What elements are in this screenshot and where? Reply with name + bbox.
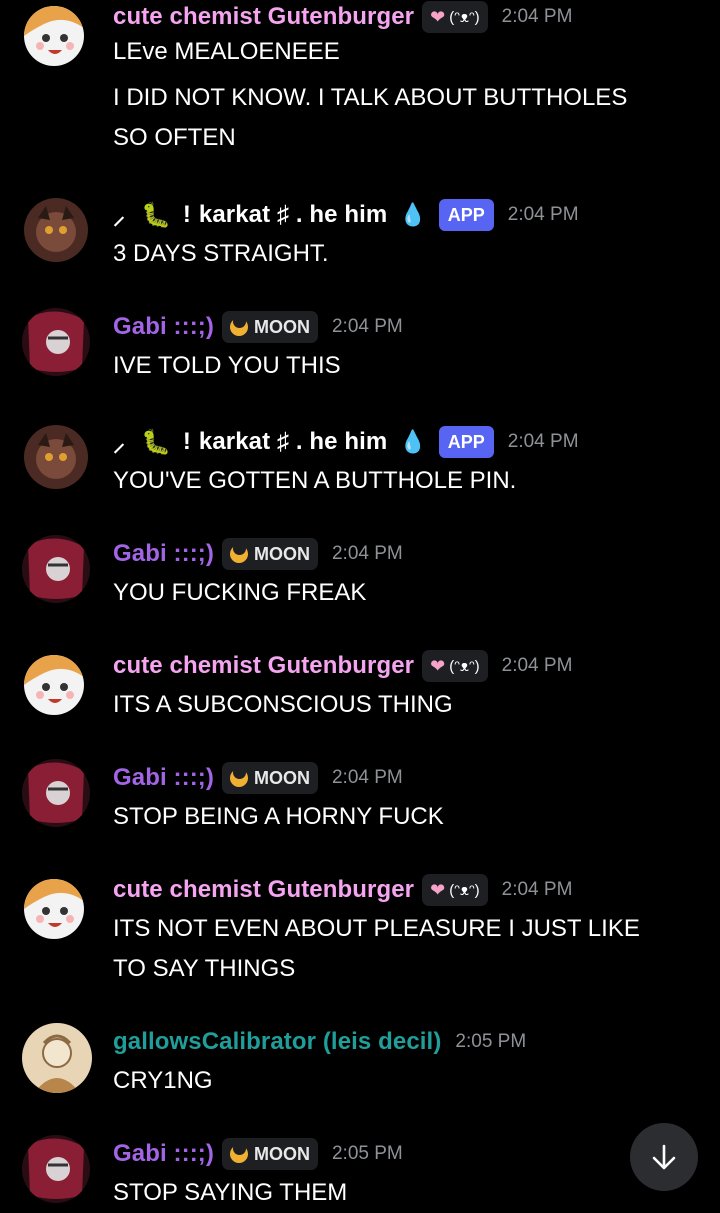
moon-icon — [229, 315, 248, 336]
moon-icon — [229, 1142, 248, 1163]
app-badge: APP — [438, 426, 494, 458]
avatar[interactable] — [24, 879, 84, 939]
caterpillar-icon: 🐛 — [141, 428, 171, 456]
username-prefix: ! — [182, 428, 191, 455]
message-text: I DID NOT KNOW. I TALK ABOUT BUTTHOLES — [113, 84, 628, 111]
message-header: Gabi :::;) MOON 2:04 PM — [113, 537, 403, 571]
username[interactable]: karkat ♯ . he him — [199, 428, 387, 456]
avatar[interactable] — [22, 535, 90, 603]
message-text: STOP BEING A HORNY FUCK — [113, 803, 444, 830]
role-tag[interactable]: ❤ (ᵔᴥᵔ) — [422, 650, 488, 682]
timestamp: 2:04 PM — [331, 767, 403, 788]
avatar[interactable] — [24, 425, 88, 489]
role-tag[interactable]: MOON — [221, 762, 318, 794]
timestamp: 2:04 PM — [501, 6, 573, 27]
role-tag[interactable]: MOON — [221, 1138, 318, 1170]
username[interactable]: Gabi :::;) — [113, 540, 214, 568]
username[interactable]: Gabi :::;) — [113, 1140, 214, 1168]
paws-icon: (ᵔᴥᵔ) — [449, 8, 480, 26]
timestamp: 2:05 PM — [331, 1143, 403, 1164]
role-label: MOON — [253, 767, 310, 788]
username[interactable]: karkat ♯ . he him — [199, 201, 387, 229]
message-text: YOU'VE GOTTEN A BUTTHOLE PIN. — [113, 467, 517, 494]
message-header: ⸝ 🐛 ! karkat ♯ . he him 💧 APP 2:04 PM — [113, 425, 579, 459]
message-text: IVE TOLD YOU THIS — [113, 352, 341, 379]
role-tag[interactable]: MOON — [221, 538, 318, 570]
role-label: MOON — [253, 543, 310, 564]
avatar[interactable] — [24, 655, 84, 715]
message-text: STOP SAYING THEM — [113, 1179, 348, 1206]
moon-icon — [229, 766, 248, 787]
arrow-down-icon — [652, 1144, 676, 1170]
timestamp: 2:04 PM — [331, 316, 403, 337]
message-text: SO OFTEN — [113, 124, 236, 151]
timestamp: 2:04 PM — [331, 543, 403, 564]
caterpillar-icon: 🐛 — [141, 201, 171, 229]
scroll-to-bottom-button[interactable] — [630, 1123, 698, 1191]
avatar[interactable] — [22, 1023, 92, 1093]
timestamp: 2:04 PM — [501, 655, 573, 676]
username[interactable]: Gabi :::;) — [113, 313, 214, 341]
username[interactable]: cute chemist Gutenburger — [113, 652, 414, 680]
message-text: TO SAY THINGS — [113, 955, 296, 982]
role-tag[interactable]: MOON — [221, 311, 318, 343]
message-header: cute chemist Gutenburger ❤ (ᵔᴥᵔ) 2:04 PM — [113, 873, 572, 907]
message-header: cute chemist Gutenburger ❤ (ᵔᴥᵔ) 2:04 PM — [113, 649, 572, 683]
message-header: gallowsCalibrator (leis decil) 2:05 PM — [113, 1025, 526, 1059]
message-text: YOU FUCKING FREAK — [113, 579, 367, 606]
paws-icon: (ᵔᴥᵔ) — [449, 881, 480, 899]
username-prefix: ⸝ — [113, 429, 125, 457]
blood-drop-icon: 💧 — [399, 202, 427, 227]
role-label: MOON — [253, 316, 310, 337]
timestamp: 2:04 PM — [507, 204, 579, 225]
blood-drop-icon: 💧 — [399, 429, 427, 454]
avatar[interactable] — [22, 308, 90, 376]
message-header: Gabi :::;) MOON 2:04 PM — [113, 310, 403, 344]
avatar[interactable] — [24, 198, 88, 262]
role-tag[interactable]: ❤ (ᵔᴥᵔ) — [422, 1, 488, 33]
message-header: Gabi :::;) MOON 2:04 PM — [113, 761, 403, 795]
avatar[interactable] — [24, 6, 84, 66]
message-text: ITS A SUBCONSCIOUS THING — [113, 691, 453, 718]
moon-icon — [229, 542, 248, 563]
timestamp: 2:04 PM — [501, 879, 573, 900]
heart-icon: ❤ — [430, 6, 446, 27]
message-text: ITS NOT EVEN ABOUT PLEASURE I JUST LIKE — [113, 915, 640, 942]
role-tag[interactable]: ❤ (ᵔᴥᵔ) — [422, 874, 488, 906]
username[interactable]: Gabi :::;) — [113, 764, 214, 792]
message-header: ⸝ 🐛 ! karkat ♯ . he him 💧 APP 2:04 PM — [113, 198, 579, 232]
avatar[interactable] — [22, 759, 90, 827]
message-header: Gabi :::;) MOON 2:05 PM — [113, 1137, 403, 1171]
timestamp: 2:05 PM — [455, 1031, 527, 1052]
app-badge: APP — [438, 199, 494, 231]
username-prefix: ! — [182, 201, 191, 228]
message-text: 3 DAYS STRAIGHT. — [113, 240, 329, 267]
message-text: LEve MEALOENEEE — [113, 38, 340, 65]
message-header: cute chemist Gutenburger ❤ (ᵔᴥᵔ) 2:04 PM — [113, 0, 572, 34]
avatar[interactable] — [22, 1135, 90, 1203]
username[interactable]: cute chemist Gutenburger — [113, 3, 414, 31]
message-text: CRY1NG — [113, 1067, 213, 1094]
username[interactable]: cute chemist Gutenburger — [113, 876, 414, 904]
role-label: MOON — [253, 1143, 310, 1164]
username[interactable]: gallowsCalibrator (leis decil) — [113, 1028, 441, 1056]
timestamp: 2:04 PM — [507, 431, 579, 452]
username-prefix: ⸝ — [113, 202, 125, 230]
heart-icon: ❤ — [430, 879, 446, 900]
paws-icon: (ᵔᴥᵔ) — [449, 657, 480, 675]
heart-icon: ❤ — [430, 655, 446, 676]
